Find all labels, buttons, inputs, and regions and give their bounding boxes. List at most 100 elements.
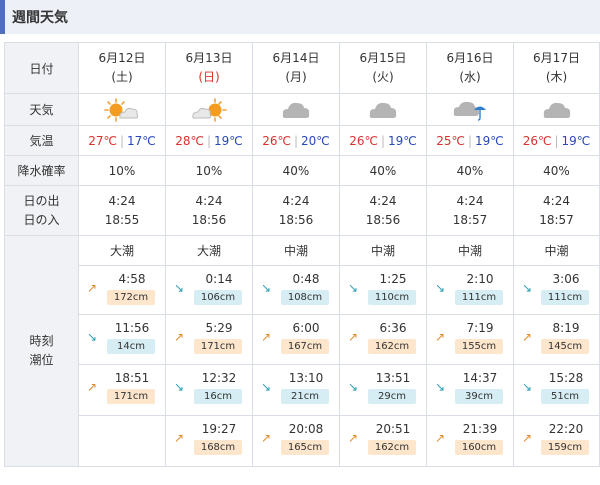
tide-empty-cell bbox=[78, 415, 166, 467]
sunset-time: 18:57 bbox=[539, 212, 574, 227]
tide-time: 14:37 bbox=[462, 371, 498, 385]
low-temp: 19℃ bbox=[388, 133, 417, 148]
tide-time-wrap: 7:19 bbox=[427, 321, 507, 335]
weather-cell bbox=[339, 93, 427, 126]
tide-time: 1:25 bbox=[379, 272, 407, 286]
tide-level-badge: 165cm bbox=[281, 440, 329, 455]
tide-time: 22:20 bbox=[548, 422, 584, 436]
sunrise-time: 4:24 bbox=[369, 193, 397, 208]
sunrise-time: 4:24 bbox=[282, 193, 310, 208]
tide-time-label: 時刻 bbox=[29, 334, 54, 348]
tide-level-badge: 155cm bbox=[455, 339, 503, 354]
sunset-time: 18:55 bbox=[104, 212, 140, 227]
tide-cell: ↗ 6:00 167cm bbox=[252, 314, 340, 365]
tide-row: ↗ 19:27 168cm ↗ 20:08 165cm ↗ 20:51 162cm ↗ 21:39 1… bbox=[5, 415, 600, 467]
tide-time-wrap: 13:10 bbox=[253, 371, 333, 385]
precip-value: 40% bbox=[252, 155, 340, 186]
date-text: 6月16日 bbox=[446, 51, 494, 65]
sun-times: 4:24 18:56 bbox=[252, 185, 340, 236]
weekday-text: (水) bbox=[459, 70, 481, 84]
cloud-icon bbox=[282, 102, 310, 118]
tide-time-wrap: 2:10 bbox=[427, 272, 507, 286]
tide-level-badge: 16cm bbox=[194, 389, 242, 404]
cloud-rain-icon bbox=[453, 101, 486, 121]
tide-time-wrap: 18:51 bbox=[79, 371, 159, 385]
weekday-text: (月) bbox=[285, 70, 307, 84]
tide-cell: ↘ 1:25 110cm bbox=[339, 265, 427, 315]
day-header: 6月12日 (土) bbox=[78, 42, 166, 94]
tide-cell: ↗ 5:29 171cm bbox=[165, 314, 253, 365]
tide-time: 5:29 bbox=[205, 321, 233, 335]
tide-time: 0:14 bbox=[205, 272, 233, 286]
tide-cell: ↘ 13:10 21cm bbox=[252, 364, 340, 416]
temperature-cell: 26℃ | 20℃ bbox=[252, 125, 340, 156]
tide-time: 3:06 bbox=[552, 272, 580, 286]
sun-row: 日の出 日の入 4:24 18:55 4:24 18:56 4:24 18:56 4:2… bbox=[4, 185, 600, 236]
tide-time-wrap: 8:19 bbox=[514, 321, 593, 335]
tide-time-wrap: 0:14 bbox=[166, 272, 246, 286]
tide-cell: ↘ 0:48 108cm bbox=[252, 265, 340, 315]
tide-time: 2:10 bbox=[466, 272, 494, 286]
tide-cell: ↗ 20:08 165cm bbox=[252, 415, 340, 467]
tide-cell: ↘ 3:06 111cm bbox=[513, 265, 600, 315]
tide-level-badge: 39cm bbox=[455, 389, 503, 404]
temperature-cell: 26℃ | 19℃ bbox=[339, 125, 427, 156]
tide-row: ↗ 18:51 171cm ↘ 12:32 16cm ↘ 13:10 21cm ↘ 13:51 29c… bbox=[5, 364, 600, 416]
precip-value: 40% bbox=[339, 155, 427, 186]
tide-time: 8:19 bbox=[552, 321, 580, 335]
tide-time-wrap: 21:39 bbox=[427, 422, 507, 436]
tide-time: 13:51 bbox=[375, 371, 411, 385]
tide-cell: ↘ 2:10 111cm bbox=[426, 265, 514, 315]
tide-level-badge: 111cm bbox=[455, 290, 503, 305]
high-temp: 28℃ bbox=[175, 133, 204, 148]
sunset-time: 18:56 bbox=[365, 212, 401, 227]
temp-separator: | bbox=[206, 133, 212, 148]
tide-label: 時刻 潮位 bbox=[4, 235, 79, 467]
tide-type: 中潮 bbox=[252, 235, 340, 266]
tide-time-wrap: 3:06 bbox=[514, 272, 593, 286]
cloud-sun-icon bbox=[192, 97, 227, 122]
tide-level-badge: 168cm bbox=[194, 440, 242, 455]
tide-level-badge: 160cm bbox=[455, 440, 503, 455]
weather-cell bbox=[165, 93, 253, 126]
low-temp: 20℃ bbox=[301, 133, 330, 148]
temp-separator: | bbox=[380, 133, 386, 148]
tide-time-wrap: 1:25 bbox=[340, 272, 420, 286]
tide-time-wrap: 13:51 bbox=[340, 371, 420, 385]
weather-cell bbox=[513, 93, 600, 126]
tide-type: 中潮 bbox=[339, 235, 427, 266]
tide-time: 6:00 bbox=[292, 321, 320, 335]
tide-cell: ↗ 18:51 171cm bbox=[78, 364, 166, 416]
tide-time-wrap: 12:32 bbox=[166, 371, 246, 385]
tide-type: 大潮 bbox=[78, 235, 166, 266]
day-header: 6月17日 (木) bbox=[513, 42, 600, 94]
temp-separator: | bbox=[293, 133, 299, 148]
tide-time: 20:08 bbox=[288, 422, 324, 436]
tide-time-wrap: 4:58 bbox=[79, 272, 159, 286]
tide-time-wrap: 22:20 bbox=[514, 422, 593, 436]
low-temp: 19℃ bbox=[475, 133, 504, 148]
tide-time: 11:56 bbox=[114, 321, 150, 335]
temperature-row: 気温 27℃ | 17℃ 28℃ | 19℃ 26℃ | 20℃ 26℃ | 19℃ 25℃ | 1… bbox=[4, 125, 600, 156]
tide-time: 7:19 bbox=[466, 321, 494, 335]
tide-level-badge: 167cm bbox=[281, 339, 329, 354]
tide-level-badge: 162cm bbox=[368, 339, 416, 354]
sun-times: 4:24 18:56 bbox=[165, 185, 253, 236]
tide-cell: ↗ 6:36 162cm bbox=[339, 314, 427, 365]
tide-type: 中潮 bbox=[513, 235, 600, 266]
temperature-label: 気温 bbox=[4, 125, 79, 156]
low-temp: 19℃ bbox=[214, 133, 243, 148]
temperature-cell: 28℃ | 19℃ bbox=[165, 125, 253, 156]
high-temp: 27℃ bbox=[88, 133, 117, 148]
precip-value: 10% bbox=[165, 155, 253, 186]
tide-level-badge: 110cm bbox=[368, 290, 416, 305]
tide-time-wrap: 6:00 bbox=[253, 321, 333, 335]
precip-label: 降水確率 bbox=[4, 155, 79, 186]
temperature-cell: 27℃ | 17℃ bbox=[78, 125, 166, 156]
tide-time-wrap: 19:27 bbox=[166, 422, 246, 436]
tide-cell: ↘ 13:51 29cm bbox=[339, 364, 427, 416]
high-temp: 25℃ bbox=[436, 133, 465, 148]
tide-time: 4:58 bbox=[118, 272, 146, 286]
tide-row: ↘ 11:56 14cm ↗ 5:29 171cm ↗ 6:00 167cm ↗ 6:36 162cm… bbox=[5, 314, 600, 365]
precip-value: 40% bbox=[513, 155, 600, 186]
